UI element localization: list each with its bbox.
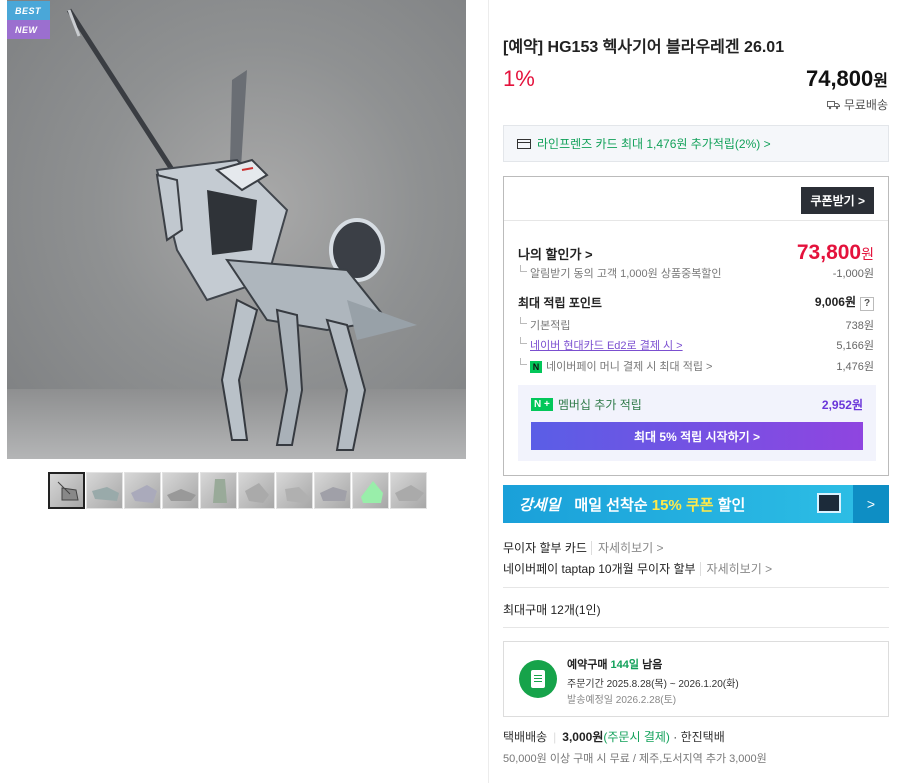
my-price: 73,800원 bbox=[797, 241, 874, 265]
max-points-row: 최대 적립 포인트 9,006원? bbox=[518, 293, 874, 311]
product-info-panel: [예약] HG153 헥사기어 블라우레겐 26.01 1% 74,800원 무… bbox=[488, 0, 900, 783]
basic-points-label: 기본적립 bbox=[518, 317, 570, 333]
discount-rate: 1% bbox=[503, 66, 535, 91]
max-points-label: 최대 적립 포인트 bbox=[518, 295, 602, 310]
thumbnail-3[interactable] bbox=[124, 472, 161, 509]
card-points-label: 네이버 현대카드 Ed2로 결제 시 > bbox=[518, 337, 683, 353]
card-points-value: 5,166원 bbox=[836, 340, 874, 352]
npay-points-value: 1,476원 bbox=[836, 361, 874, 373]
npay-icon: N bbox=[530, 361, 542, 373]
installment-card-row: 무이자 할부 카드 자세히보기 > bbox=[503, 539, 664, 556]
discount-box-header: 쿠폰받기 > bbox=[504, 177, 888, 221]
promo-logo: 강세일 bbox=[519, 496, 561, 514]
clipboard-icon bbox=[519, 660, 557, 698]
my-price-row: 나의 할인가 > 73,800원 bbox=[518, 241, 874, 265]
max-points: 9,006원? bbox=[815, 293, 874, 311]
max-purchase: 최대구매 12개(1인) bbox=[503, 603, 601, 617]
preorder-days: 144일 bbox=[610, 659, 640, 671]
card-benefit-banner[interactable]: 라인프렌즈 카드 최대 1,476원 추가적립(2%) > bbox=[503, 125, 889, 162]
membership-box: N + 멤버십 추가 적립 2,952원 최대 5% 적립 시작하기 > bbox=[518, 385, 876, 461]
installment-card-label: 무이자 할부 카드 bbox=[503, 541, 587, 555]
preorder-title-prefix: 예약구매 bbox=[567, 659, 611, 671]
coupon-button[interactable]: 쿠폰받기 > bbox=[801, 187, 874, 214]
best-badge: BEST bbox=[7, 1, 50, 20]
my-price-label[interactable]: 나의 할인가 > bbox=[518, 244, 593, 263]
npay-points-text: 네이버페이 머니 결제 시 최대 적립 > bbox=[546, 361, 713, 373]
promo-text-suffix: 할인 bbox=[713, 496, 746, 514]
alert-discount-row: 알림받기 동의 고객 1,000원 상품중복할인 -1,000원 bbox=[518, 265, 874, 281]
product-title: [예약] HG153 헥사기어 블라우레겐 26.01 bbox=[503, 39, 785, 56]
thumbnail-5[interactable] bbox=[200, 472, 237, 509]
npay-points-label[interactable]: N 네이버페이 머니 결제 시 최대 적립 > bbox=[518, 358, 712, 374]
help-icon[interactable]: ? bbox=[860, 297, 874, 311]
thumbnail-6[interactable] bbox=[238, 472, 275, 509]
mecha-figure-illustration bbox=[66, 8, 417, 451]
promo-text-prefix: 매일 선착순 bbox=[574, 496, 652, 514]
thumbnail-4[interactable] bbox=[162, 472, 199, 509]
price-unit: 원 bbox=[873, 73, 888, 90]
alert-discount-value: -1,000원 bbox=[832, 268, 874, 280]
installment-npay-row: 네이버페이 taptap 10개월 무이자 할부 자세히보기 > bbox=[503, 560, 773, 577]
discount-box: 쿠폰받기 > 나의 할인가 > 73,800원 알림받기 동의 고객 1,000… bbox=[503, 176, 889, 476]
thumbnail-10[interactable] bbox=[390, 472, 427, 509]
promo-text: 매일 선착순 15% 쿠폰 할인 bbox=[574, 494, 745, 515]
installment-npay-more[interactable]: 자세히보기 > bbox=[699, 562, 773, 576]
laptop-icon bbox=[817, 493, 841, 513]
delivery-fee: 3,000원 bbox=[562, 730, 604, 744]
alert-discount-label: 알림받기 동의 고객 1,000원 상품중복할인 bbox=[518, 265, 722, 281]
delivery-fee-note: (주문시 결제) bbox=[603, 730, 670, 744]
thumbnail-strip bbox=[48, 472, 427, 509]
truck-icon bbox=[826, 100, 840, 109]
card-benefit-text: 라인프렌즈 카드 최대 1,476원 추가적립(2%) > bbox=[537, 137, 771, 151]
credit-card-icon bbox=[517, 138, 531, 149]
thumbnail-9[interactable] bbox=[352, 472, 389, 509]
card-points-link[interactable]: 네이버 현대카드 Ed2로 결제 시 > bbox=[530, 340, 683, 352]
basic-points-row: 기본적립 738원 bbox=[518, 317, 874, 333]
promo-banner[interactable]: 강세일 매일 선착순 15% 쿠폰 할인 > bbox=[503, 485, 889, 523]
free-shipping: 무료배송 bbox=[826, 96, 888, 113]
order-period: 주문기간 2025.8.28(목) ~ 2026.1.20(화) bbox=[567, 679, 739, 690]
price-value: 74,800 bbox=[805, 66, 874, 91]
shipping-label: 무료배송 bbox=[843, 98, 888, 112]
divider bbox=[503, 587, 889, 588]
thumbnail-2[interactable] bbox=[86, 472, 123, 509]
preorder-title-suffix: 남음 bbox=[639, 659, 663, 671]
thumbnail-1[interactable] bbox=[48, 472, 85, 509]
new-badge: NEW bbox=[7, 20, 50, 39]
preorder-title: 예약구매 144일 남음 bbox=[567, 656, 662, 672]
preorder-box: 예약구매 144일 남음 주문기간 2025.8.28(목) ~ 2026.1.… bbox=[503, 641, 889, 717]
naver-plus-icon: N + bbox=[531, 398, 553, 411]
card-points-row: 네이버 현대카드 Ed2로 결제 시 > 5,166원 bbox=[518, 337, 874, 353]
max-points-value: 9,006원 bbox=[814, 295, 856, 309]
membership-value: 2,952원 bbox=[821, 398, 863, 412]
divider bbox=[503, 627, 889, 628]
product-price: 74,800원 bbox=[806, 66, 888, 92]
installment-npay-label: 네이버페이 taptap 10개월 무이자 할부 bbox=[503, 562, 696, 576]
membership-start-button[interactable]: 최대 5% 적립 시작하기 > bbox=[531, 422, 863, 450]
promo-highlight: 15% 쿠폰 bbox=[651, 496, 714, 514]
delivery-label: 택배배송 bbox=[503, 730, 548, 744]
membership-row: N + 멤버십 추가 적립 2,952원 bbox=[531, 396, 863, 413]
delivery-carrier: · 한진택배 bbox=[669, 730, 725, 744]
membership-label: N + 멤버십 추가 적립 bbox=[531, 396, 642, 413]
basic-points-value: 738원 bbox=[845, 320, 874, 332]
my-price-unit: 원 bbox=[861, 246, 874, 262]
installment-card-more[interactable]: 자세히보기 > bbox=[590, 541, 664, 555]
promo-arrow-button[interactable]: > bbox=[853, 485, 889, 523]
my-price-value: 73,800 bbox=[796, 241, 862, 264]
npay-points-row: N 네이버페이 머니 결제 시 최대 적립 > 1,476원 bbox=[518, 358, 874, 374]
delivery-info: 택배배송 | 3,000원(주문시 결제) · 한진택배 bbox=[503, 730, 725, 744]
delivery-sub-info: 50,000원 이상 구매 시 무료 / 제주,도서지역 추가 3,000원 bbox=[503, 753, 767, 765]
membership-label-text: 멤버십 추가 적립 bbox=[557, 398, 642, 412]
product-main-image[interactable] bbox=[7, 0, 466, 459]
thumbnail-7[interactable] bbox=[276, 472, 313, 509]
thumbnail-8[interactable] bbox=[314, 472, 351, 509]
ship-date: 발송예정일 2026.2.28(토) bbox=[567, 695, 677, 706]
